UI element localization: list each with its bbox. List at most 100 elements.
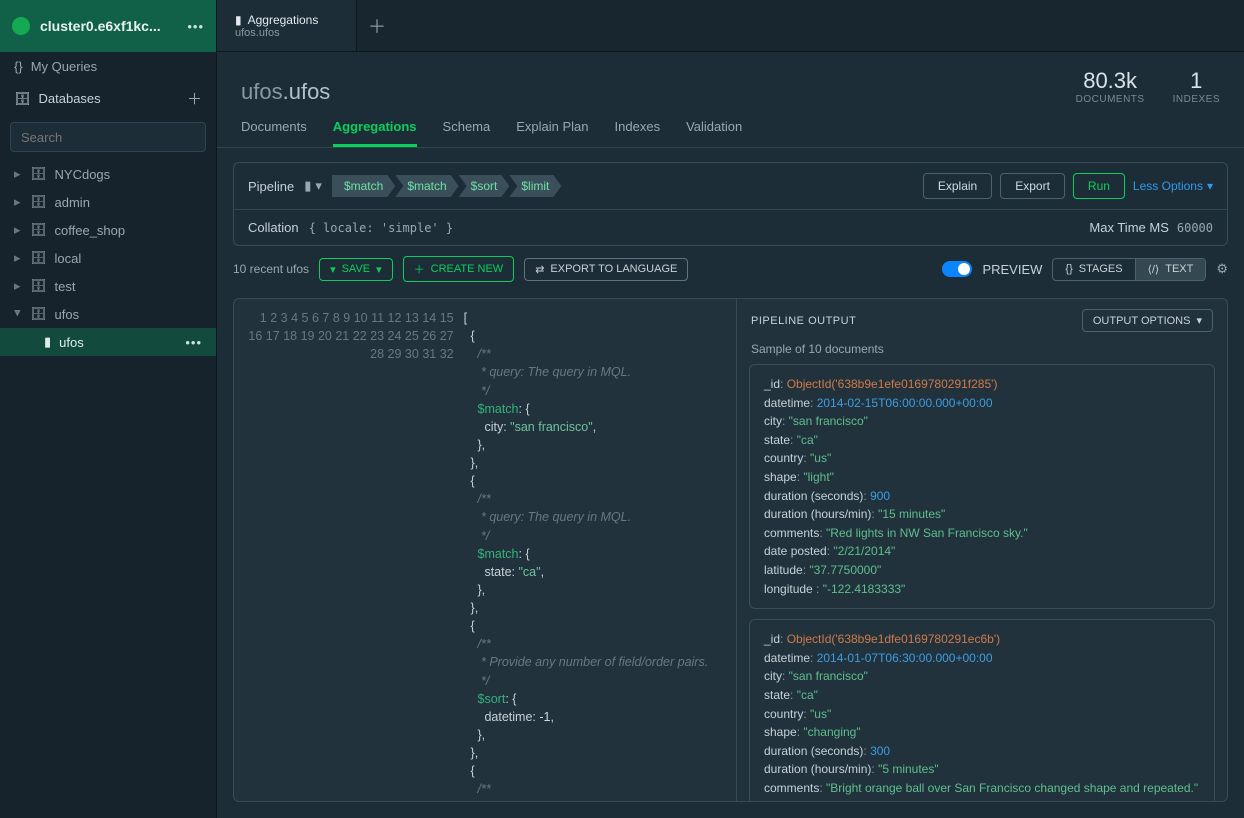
output-document[interactable]: _id: ObjectId('638b9e1efe0169780291f285'… bbox=[749, 364, 1215, 609]
output-document[interactable]: _id: ObjectId('638b9e1dfe0169780291ec6b'… bbox=[749, 619, 1215, 801]
database-icon: 🗄 bbox=[30, 250, 47, 266]
export-to-language-button[interactable]: ⇄ EXPORT TO LANGUAGE bbox=[524, 258, 688, 281]
max-time-label: Max Time MS bbox=[1089, 220, 1168, 235]
export-button[interactable]: Export bbox=[1000, 173, 1065, 199]
my-queries-label: My Queries bbox=[31, 59, 97, 74]
caret-icon: ▸ bbox=[14, 166, 22, 182]
collection-row-ufos[interactable]: ▮ ufos ••• bbox=[0, 328, 216, 356]
subtab-explain-plan[interactable]: Explain Plan bbox=[516, 119, 588, 147]
db-name: coffee_shop bbox=[55, 223, 126, 238]
folder-icon: ▮ bbox=[304, 178, 311, 194]
database-icon: 🗄 bbox=[30, 166, 47, 182]
search-input[interactable] bbox=[21, 130, 195, 145]
db-row-ufos[interactable]: ▸ 🗄 ufos bbox=[0, 300, 216, 328]
database-icon: 🗄 bbox=[30, 306, 47, 322]
database-icon: 🗄 bbox=[30, 222, 47, 238]
namespace-db: ufos bbox=[241, 79, 283, 104]
output-documents: _id: ObjectId('638b9e1efe0169780291f285'… bbox=[737, 364, 1227, 801]
braces-icon: {} bbox=[1065, 263, 1072, 275]
namespace-coll: ufos bbox=[289, 79, 331, 104]
output-options-select[interactable]: OUTPUT OPTIONS ▾ bbox=[1082, 309, 1213, 332]
create-database-icon[interactable]: ＋ bbox=[187, 88, 202, 109]
sidebar: cluster0.e6xf1kc... ••• {} My Queries 🗄 … bbox=[0, 0, 217, 818]
stat-documents: 80.3kDOCUMENTS bbox=[1076, 68, 1145, 105]
databases-label: Databases bbox=[39, 91, 101, 106]
database-icon: 🗄 bbox=[30, 278, 47, 294]
new-tab-button[interactable]: ＋ bbox=[357, 0, 397, 51]
mongodb-leaf-icon bbox=[12, 17, 30, 35]
database-tree: ▸ 🗄 NYCdogs ▸ 🗄 admin ▸ 🗄 coffee_shop ▸ 🗄 local ▸ 🗄 te… bbox=[0, 160, 216, 356]
stage-pill[interactable]: $limit bbox=[509, 175, 561, 197]
collection-subtabs: Documents Aggregations Schema Explain Plan I… bbox=[217, 105, 1244, 148]
databases-header: 🗄 Databases ＋ bbox=[0, 81, 216, 116]
caret-icon: ▸ bbox=[14, 278, 22, 294]
caret-icon: ▸ bbox=[10, 310, 26, 318]
save-button[interactable]: ▾ SAVE ▾ bbox=[319, 258, 393, 281]
editor-options-row: 10 recent ufos ▾ SAVE ▾ ＋ CREATE NEW ⇄ E… bbox=[217, 246, 1244, 292]
recent-label: 10 recent ufos bbox=[233, 262, 309, 276]
max-time-value: 60000 bbox=[1177, 221, 1213, 235]
my-queries-link[interactable]: {} My Queries bbox=[0, 52, 216, 81]
db-row-test[interactable]: ▸ 🗄 test bbox=[0, 272, 216, 300]
code-icon: ⟨/⟩ bbox=[1148, 263, 1160, 276]
pipeline-toolbar: Pipeline ▮▾ $match$match$sort$limit Expl… bbox=[233, 162, 1228, 246]
caret-icon: ▸ bbox=[14, 250, 22, 266]
tab-title: Aggregations bbox=[248, 13, 319, 27]
workspace: 1 2 3 4 5 6 7 8 9 10 11 12 13 14 15 16 1… bbox=[233, 298, 1228, 802]
braces-icon: {} bbox=[14, 59, 23, 74]
namespace: ufos.ufos bbox=[241, 79, 330, 105]
less-options-link[interactable]: Less Options ▾ bbox=[1133, 179, 1213, 193]
settings-gear-icon[interactable]: ⚙ bbox=[1216, 261, 1228, 277]
create-new-button[interactable]: ＋ CREATE NEW bbox=[403, 256, 515, 282]
tab-aggregations[interactable]: ▮ Aggregations ufos.ufos bbox=[217, 0, 357, 51]
preview-label: PREVIEW bbox=[982, 262, 1042, 277]
db-row-NYCdogs[interactable]: ▸ 🗄 NYCdogs bbox=[0, 160, 216, 188]
subtab-schema[interactable]: Schema bbox=[443, 119, 491, 147]
stat-indexes: 1INDEXES bbox=[1173, 68, 1220, 105]
pipeline-output: PIPELINE OUTPUT OUTPUT OPTIONS ▾ Sample … bbox=[737, 299, 1227, 801]
database-icon: 🗄 bbox=[30, 194, 47, 210]
db-row-coffee_shop[interactable]: ▸ 🗄 coffee_shop bbox=[0, 216, 216, 244]
stage-pill[interactable]: $match bbox=[395, 175, 458, 197]
text-mode-button[interactable]: ⟨/⟩TEXT bbox=[1135, 259, 1206, 280]
db-name: test bbox=[55, 279, 76, 294]
pipeline-label: Pipeline bbox=[248, 179, 294, 194]
folder-icon: ▮ bbox=[235, 13, 242, 27]
connection-menu-icon[interactable]: ••• bbox=[187, 19, 204, 34]
pipeline-editor[interactable]: 1 2 3 4 5 6 7 8 9 10 11 12 13 14 15 16 1… bbox=[234, 299, 737, 801]
preview-toggle[interactable] bbox=[942, 261, 972, 277]
database-search[interactable] bbox=[10, 122, 206, 152]
stage-pill[interactable]: $match bbox=[332, 175, 395, 197]
collection-name: ufos bbox=[59, 335, 84, 350]
database-icon: 🗄 bbox=[14, 91, 31, 107]
caret-icon: ▸ bbox=[14, 194, 22, 210]
folder-icon: ▮ bbox=[44, 334, 51, 350]
run-button[interactable]: Run bbox=[1073, 173, 1125, 199]
db-name: ufos bbox=[55, 307, 80, 322]
subtab-validation[interactable]: Validation bbox=[686, 119, 742, 147]
pipeline-stages: $match$match$sort$limit bbox=[332, 175, 561, 197]
connection-name: cluster0.e6xf1kc... bbox=[40, 18, 177, 34]
db-row-admin[interactable]: ▸ 🗄 admin bbox=[0, 188, 216, 216]
collation-label: Collation bbox=[248, 220, 299, 235]
db-name: NYCdogs bbox=[55, 167, 111, 182]
output-title: PIPELINE OUTPUT bbox=[751, 315, 856, 327]
view-mode-segment: {}STAGES ⟨/⟩TEXT bbox=[1052, 258, 1206, 281]
caret-icon: ▸ bbox=[14, 222, 22, 238]
explain-button[interactable]: Explain bbox=[923, 173, 992, 199]
db-name: admin bbox=[55, 195, 90, 210]
db-row-local[interactable]: ▸ 🗄 local bbox=[0, 244, 216, 272]
tab-strip: ▮ Aggregations ufos.ufos ＋ bbox=[217, 0, 1244, 52]
tab-subtitle: ufos.ufos bbox=[235, 27, 338, 39]
collection-header: ufos.ufos 80.3kDOCUMENTS 1INDEXES bbox=[217, 52, 1244, 105]
collection-menu-icon[interactable]: ••• bbox=[185, 335, 202, 350]
stages-mode-button[interactable]: {}STAGES bbox=[1053, 259, 1134, 280]
subtab-aggregations[interactable]: Aggregations bbox=[333, 119, 417, 147]
connection-header: cluster0.e6xf1kc... ••• bbox=[0, 0, 216, 52]
subtab-documents[interactable]: Documents bbox=[241, 119, 307, 147]
subtab-indexes[interactable]: Indexes bbox=[615, 119, 661, 147]
stage-pill[interactable]: $sort bbox=[459, 175, 510, 197]
main-panel: ▮ Aggregations ufos.ufos ＋ ufos.ufos 80.3… bbox=[217, 0, 1244, 818]
db-name: local bbox=[55, 251, 82, 266]
open-pipeline-button[interactable]: ▮▾ bbox=[304, 178, 322, 194]
